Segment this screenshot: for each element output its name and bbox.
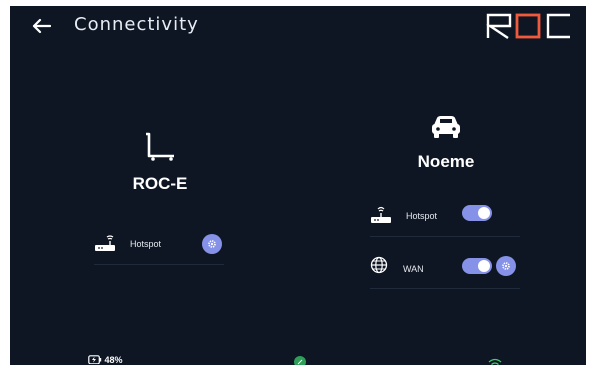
wan-settings-button[interactable]	[496, 256, 516, 276]
back-button[interactable]	[28, 14, 54, 38]
noeme-hotspot-row: Hotspot	[370, 202, 520, 237]
wan-label: WAN	[403, 264, 424, 274]
battery-percent: 48%	[104, 355, 123, 365]
wifi-icon	[488, 358, 502, 365]
toggle-knob	[478, 260, 490, 272]
roc-logo	[484, 12, 576, 40]
device-name-noeme: Noeme	[417, 152, 475, 171]
header-bar: Connectivity	[10, 6, 586, 46]
noeme-wan-row: WAN	[370, 254, 520, 289]
roc-e-hotspot-row: Hotspot	[94, 230, 224, 265]
device-noeme: Noeme	[396, 114, 496, 172]
hotspot-label: Hotspot	[406, 211, 438, 221]
router-icon	[371, 206, 391, 223]
hotspot-label: Hotspot	[130, 239, 162, 249]
hotspot-settings-button[interactable]	[202, 234, 222, 254]
device-roc-e: ROC-E	[110, 132, 210, 194]
car-icon	[432, 116, 460, 138]
globe-icon	[370, 256, 388, 274]
toggle-knob	[478, 207, 490, 219]
connectivity-screen: Connectivity ROC-E Hotspot Noeme Hotspot…	[10, 6, 586, 365]
location-status	[294, 356, 306, 365]
wifi-status	[488, 357, 502, 365]
gear-icon	[502, 262, 510, 270]
battery-status: 48%	[88, 355, 123, 365]
wan-toggle[interactable]	[462, 258, 492, 274]
hotspot-toggle[interactable]	[462, 205, 492, 221]
page-title: Connectivity	[74, 14, 199, 35]
location-icon	[294, 356, 306, 365]
router-icon	[95, 235, 115, 251]
cart-icon	[146, 132, 174, 161]
gear-icon	[208, 240, 216, 248]
battery-charging-icon	[88, 355, 102, 365]
device-name-roc-e: ROC-E	[132, 174, 188, 193]
arrow-left-icon	[32, 18, 51, 34]
